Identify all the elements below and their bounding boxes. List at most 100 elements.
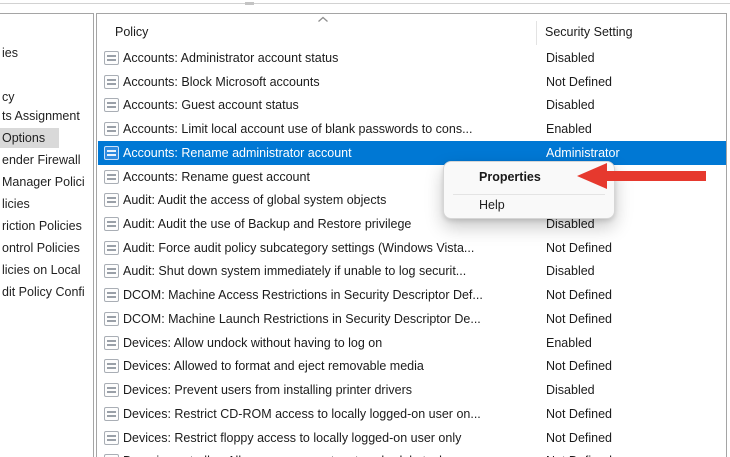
security-setting-cell: Disabled xyxy=(546,46,595,70)
tree-item-label: dit Policy Confi xyxy=(2,285,85,299)
security-setting-cell: Disabled xyxy=(546,93,595,117)
security-setting-cell: Not Defined xyxy=(546,236,612,260)
security-setting-cell: Not Defined xyxy=(546,70,612,94)
security-setting-cell: Not Defined xyxy=(546,283,612,307)
policy-row[interactable]: Accounts: Guest account status Disabled xyxy=(98,93,727,117)
policy-document-icon xyxy=(104,170,119,184)
tree-item-label: licies xyxy=(2,197,30,211)
policy-document-icon xyxy=(104,51,119,65)
policy-name-cell: Accounts: Block Microsoft accounts xyxy=(123,70,535,94)
security-setting-cell: Enabled xyxy=(546,331,592,355)
tree-item-label: Manager Polici xyxy=(2,175,85,189)
policy-row[interactable]: Accounts: Limit local account use of bla… xyxy=(98,117,727,141)
policy-row[interactable]: DCOM: Machine Launch Restrictions in Sec… xyxy=(98,307,727,331)
tree-item[interactable]: cy xyxy=(0,87,29,107)
sort-ascending-icon[interactable] xyxy=(317,16,329,23)
tree-item-label: ts Assignment xyxy=(2,109,80,123)
toolbar-bottom-divider xyxy=(0,3,730,4)
policy-name-cell: Accounts: Limit local account use of bla… xyxy=(123,117,535,141)
policy-name-cell: DCOM: Machine Launch Restrictions in Sec… xyxy=(123,307,535,331)
policy-document-icon xyxy=(104,359,119,373)
context-menu-item-properties[interactable]: Properties xyxy=(444,162,614,194)
policy-row[interactable]: Accounts: Rename guest account xyxy=(98,165,727,189)
policy-row[interactable]: Audit: Shut down system immediately if u… xyxy=(98,259,727,283)
policy-row-selected[interactable]: Accounts: Rename administrator account A… xyxy=(98,141,727,165)
console-tree-panel: ies cy ts Assignment Options ender Firewall M… xyxy=(0,13,94,457)
policy-row[interactable]: Accounts: Administrator account status D… xyxy=(98,46,727,70)
tree-item[interactable]: ender Firewall xyxy=(0,150,94,170)
policy-document-icon xyxy=(104,407,119,421)
local-security-policy-window: { "tree": { "items": [ { "label": "ies",… xyxy=(0,0,730,457)
tree-item[interactable]: licies xyxy=(0,194,44,214)
policy-document-icon xyxy=(104,312,119,326)
policy-name-cell: Devices: Restrict CD-ROM access to local… xyxy=(123,402,535,426)
policy-row[interactable]: Domain controller: Allow server operator… xyxy=(98,449,727,457)
policy-row[interactable]: Audit: Force audit policy subcategory se… xyxy=(98,236,727,260)
policy-document-icon xyxy=(104,217,119,231)
policy-name-cell: Devices: Prevent users from installing p… xyxy=(123,378,535,402)
tree-item[interactable]: riction Policies xyxy=(0,216,94,236)
security-setting-cell: Not Defined xyxy=(546,402,612,426)
policy-row[interactable]: Audit: Audit the access of global system… xyxy=(98,188,727,212)
policy-name-cell: Devices: Allow undock without having to … xyxy=(123,331,535,355)
column-header-security-setting[interactable]: Security Setting xyxy=(545,22,633,42)
policy-row[interactable]: Accounts: Block Microsoft accounts Not D… xyxy=(98,70,727,94)
column-divider[interactable] xyxy=(536,21,537,45)
tree-item[interactable]: licies on Local xyxy=(0,260,94,280)
policy-name-cell: Accounts: Administrator account status xyxy=(123,46,535,70)
policy-name-cell: Devices: Restrict floppy access to local… xyxy=(123,426,535,450)
policy-document-icon xyxy=(104,98,119,112)
tree-item-label: ontrol Policies xyxy=(2,241,80,255)
policy-name-cell: Domain controller: Allow server operator… xyxy=(123,449,535,457)
policy-row[interactable]: DCOM: Machine Access Restrictions in Sec… xyxy=(98,283,727,307)
security-setting-cell: Not Defined xyxy=(546,354,612,378)
tree-item-label: ies xyxy=(2,46,18,60)
tree-item[interactable]: Manager Polici xyxy=(0,172,94,192)
tree-item[interactable]: ies xyxy=(0,43,32,63)
tree-item[interactable]: ontrol Policies xyxy=(0,238,94,258)
security-setting-cell: Not Defined xyxy=(546,307,612,331)
security-setting-cell: Disabled xyxy=(546,378,595,402)
policy-row[interactable]: Devices: Restrict CD-ROM access to local… xyxy=(98,402,727,426)
policy-document-icon xyxy=(104,336,119,350)
list-header: Policy Security Setting xyxy=(97,14,726,46)
policy-name-cell: Accounts: Guest account status xyxy=(123,93,535,117)
policy-document-icon xyxy=(104,431,119,445)
tree-item-security-options[interactable]: Options xyxy=(0,128,59,148)
tree-item-label: licies on Local xyxy=(2,263,81,277)
tree-item-label: riction Policies xyxy=(2,219,82,233)
toolbar-divider-tick xyxy=(245,2,254,5)
policy-row[interactable]: Audit: Audit the use of Backup and Resto… xyxy=(98,212,727,236)
policy-name-cell: Audit: Shut down system immediately if u… xyxy=(123,259,535,283)
context-menu-item-help[interactable]: Help xyxy=(444,195,614,219)
policy-row[interactable]: Devices: Restrict floppy access to local… xyxy=(98,426,727,450)
security-setting-cell: Enabled xyxy=(546,117,592,141)
policy-name-cell: DCOM: Machine Access Restrictions in Sec… xyxy=(123,283,535,307)
context-menu: Properties Help xyxy=(443,161,615,219)
policy-name-cell: Audit: Force audit policy subcategory se… xyxy=(123,236,535,260)
policy-row[interactable]: Devices: Prevent users from installing p… xyxy=(98,378,727,402)
policy-document-icon xyxy=(104,288,119,302)
policy-document-icon xyxy=(104,146,119,160)
tree-item-label: Options xyxy=(2,131,45,145)
policy-document-icon xyxy=(104,122,119,136)
policy-document-icon xyxy=(104,75,119,89)
tree-item[interactable]: dit Policy Confi xyxy=(0,282,94,302)
help-label: Help xyxy=(479,198,505,212)
tree-item-label: ender Firewall xyxy=(2,153,81,167)
policy-row[interactable]: Devices: Allowed to format and eject rem… xyxy=(98,354,727,378)
security-setting-cell: Not Defined xyxy=(546,449,612,457)
policy-name-cell: Devices: Allowed to format and eject rem… xyxy=(123,354,535,378)
policy-list-panel: Policy Security Setting Accounts: Admini… xyxy=(96,13,727,457)
tree-item[interactable]: ts Assignment xyxy=(0,106,94,126)
policy-document-icon xyxy=(104,241,119,255)
policy-document-icon xyxy=(104,383,119,397)
policy-row[interactable]: Devices: Allow undock without having to … xyxy=(98,331,727,355)
policy-document-icon xyxy=(104,193,119,207)
properties-label: Properties xyxy=(479,170,541,184)
security-setting-cell: Not Defined xyxy=(546,426,612,450)
security-setting-cell: Disabled xyxy=(546,259,595,283)
column-header-policy[interactable]: Policy xyxy=(115,22,148,42)
policy-document-icon xyxy=(104,264,119,278)
tree-item-label: cy xyxy=(2,90,15,104)
